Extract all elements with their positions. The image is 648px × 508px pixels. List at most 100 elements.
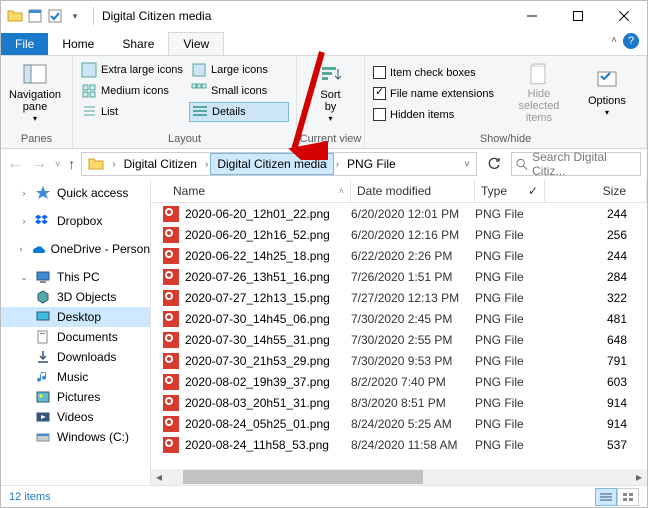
forward-button[interactable]: →	[31, 155, 47, 173]
minimize-button[interactable]	[509, 1, 555, 31]
nav-windows-c[interactable]: Windows (C:)	[1, 427, 150, 447]
recent-dropdown-icon[interactable]: ˅	[55, 159, 60, 169]
file-row[interactable]: 2020-07-27_12h13_15.png7/27/2020 12:13 P…	[151, 287, 647, 308]
col-date[interactable]: Date modified	[351, 179, 475, 202]
png-file-icon	[163, 374, 179, 390]
ribbon-tabs: File Home Share View ˄ ?	[1, 31, 647, 55]
search-icon	[516, 158, 528, 171]
options-button[interactable]: Options ▾	[582, 63, 632, 125]
layout-details[interactable]: Details	[189, 102, 289, 122]
ribbon: Navigation pane ▾ Panes Extra large icon…	[1, 55, 647, 149]
file-type: PNG File	[475, 375, 545, 389]
up-button[interactable]: ↑	[68, 156, 75, 172]
nav-3d-objects[interactable]: 3D Objects	[1, 287, 150, 307]
chevron-right-icon[interactable]: ›	[110, 159, 117, 170]
file-type: PNG File	[475, 354, 545, 368]
navigation-pane[interactable]: ›Quick access ›Dropbox ›OneDrive - Perso…	[1, 179, 151, 485]
chevron-down-icon: ▾	[33, 115, 37, 124]
checkbox-icon[interactable]	[47, 8, 63, 24]
file-date: 6/20/2020 12:16 PM	[351, 228, 475, 242]
maximize-button[interactable]	[555, 1, 601, 31]
tab-file[interactable]: File	[1, 33, 48, 55]
layout-large[interactable]: Large icons	[189, 60, 289, 80]
address-dropdown-icon[interactable]: ˅	[458, 159, 476, 170]
file-row[interactable]: 2020-07-26_13h51_16.png 7/26/2020 1:51 PM…	[151, 266, 647, 287]
file-date: 6/20/2020 12:01 PM	[351, 207, 475, 221]
crumb-digital-citizen-media[interactable]: Digital Citizen media	[210, 153, 333, 175]
details-view-toggle[interactable]	[595, 488, 617, 506]
chevron-right-icon[interactable]: ›	[334, 159, 341, 170]
content-area: ›Quick access ›Dropbox ›OneDrive - Perso…	[1, 179, 647, 485]
folder-icon	[7, 8, 23, 24]
file-row[interactable]: 2020-08-24_11h58_53.png8/24/2020 11:58 A…	[151, 434, 647, 455]
back-button[interactable]: ←	[7, 155, 23, 173]
help-icon[interactable]: ?	[623, 33, 639, 49]
crumb-digital-citizen[interactable]: Digital Citizen	[118, 153, 203, 175]
collapse-ribbon-icon[interactable]: ˄	[611, 35, 617, 46]
item-checkboxes-toggle[interactable]: Item check boxes	[371, 63, 496, 83]
file-date: 7/26/2020 1:51 PM	[351, 270, 475, 284]
tab-share[interactable]: Share	[108, 33, 168, 55]
file-size: 244	[545, 249, 647, 263]
nav-dropbox[interactable]: ›Dropbox	[1, 211, 150, 231]
file-date: 8/24/2020 5:25 AM	[351, 417, 475, 431]
layout-list[interactable]: List	[79, 102, 189, 122]
file-row[interactable]: 2020-06-22_14h25_18.png6/22/2020 2:26 PM…	[151, 245, 647, 266]
layout-extra-large[interactable]: Extra large icons	[79, 60, 189, 80]
file-date: 7/30/2020 2:55 PM	[351, 333, 475, 347]
file-row[interactable]: 2020-06-20_12h01_22.png6/20/2020 12:01 P…	[151, 203, 647, 224]
file-row[interactable]: 2020-08-03_20h51_31.png8/3/2020 8:51 PMP…	[151, 392, 647, 413]
sort-by-button[interactable]: Sort by ▾	[303, 63, 358, 125]
file-extensions-toggle[interactable]: File name extensions	[371, 84, 496, 104]
col-size[interactable]: Size	[545, 179, 647, 202]
nav-videos[interactable]: Videos	[1, 407, 150, 427]
nav-documents[interactable]: Documents	[1, 327, 150, 347]
nav-pictures[interactable]: Pictures	[1, 387, 150, 407]
tab-home[interactable]: Home	[48, 33, 108, 55]
png-file-icon	[163, 206, 179, 222]
nav-desktop[interactable]: Desktop	[1, 307, 150, 327]
search-input[interactable]: Search Digital Citiz...	[511, 152, 641, 176]
file-type: PNG File	[475, 312, 545, 326]
layout-small[interactable]: Small icons	[189, 81, 289, 101]
layout-medium[interactable]: Medium icons	[79, 81, 189, 101]
qat-dropdown-icon[interactable]: ▾	[67, 8, 83, 24]
file-row[interactable]: 2020-07-30_21h53_29.png7/30/2020 9:53 PM…	[151, 350, 647, 371]
file-name: 2020-07-26_13h51_16.png	[185, 270, 330, 284]
group-panes-label: Panes	[1, 131, 72, 148]
chevron-right-icon[interactable]: ›	[203, 159, 210, 170]
scroll-right-icon[interactable]: ▸	[631, 469, 647, 485]
horizontal-scrollbar[interactable]: ◂ ▸	[151, 469, 647, 485]
nav-music[interactable]: Music	[1, 367, 150, 387]
file-name: 2020-07-30_14h45_06.png	[185, 312, 330, 326]
file-row[interactable]: 2020-08-24_05h25_01.png8/24/2020 5:25 AM…	[151, 413, 647, 434]
file-row[interactable]: 2020-08-02_19h39_37.png8/2/2020 7:40 PMP…	[151, 371, 647, 392]
chevron-down-icon: ▾	[328, 115, 332, 124]
file-size: 256	[545, 228, 647, 242]
nav-this-pc[interactable]: ⌄This PC	[1, 267, 150, 287]
hide-selected-button[interactable]: Hide selected items	[506, 63, 572, 125]
hidden-items-toggle[interactable]: Hidden items	[371, 105, 496, 125]
nav-quick-access[interactable]: ›Quick access	[1, 183, 150, 203]
nav-downloads[interactable]: Downloads	[1, 347, 150, 367]
scrollbar-thumb[interactable]	[183, 470, 423, 484]
navigation-pane-button[interactable]: Navigation pane ▾	[7, 63, 63, 125]
search-placeholder: Search Digital Citiz...	[532, 150, 636, 178]
file-type: PNG File	[475, 270, 545, 284]
close-button[interactable]	[601, 1, 647, 31]
properties-icon[interactable]	[27, 8, 43, 24]
tab-view[interactable]: View	[168, 32, 224, 55]
file-size: 481	[545, 312, 647, 326]
refresh-button[interactable]	[483, 153, 505, 175]
file-row[interactable]: 2020-07-30_14h55_31.png7/30/2020 2:55 PM…	[151, 329, 647, 350]
crumb-png-file[interactable]: PNG File	[341, 153, 402, 175]
col-name[interactable]: Name˄	[151, 179, 351, 202]
breadcrumb[interactable]: › Digital Citizen › Digital Citizen medi…	[81, 152, 477, 176]
scroll-left-icon[interactable]: ◂	[151, 469, 167, 485]
file-row[interactable]: 2020-06-20_12h16_52.png6/20/2020 12:16 P…	[151, 224, 647, 245]
thumbnails-view-toggle[interactable]	[617, 488, 639, 506]
col-type[interactable]: Type✓	[475, 179, 545, 202]
nav-onedrive[interactable]: ›OneDrive - Person	[1, 239, 150, 259]
file-row[interactable]: 2020-07-30_14h45_06.png7/30/2020 2:45 PM…	[151, 308, 647, 329]
folder-icon	[82, 153, 110, 175]
